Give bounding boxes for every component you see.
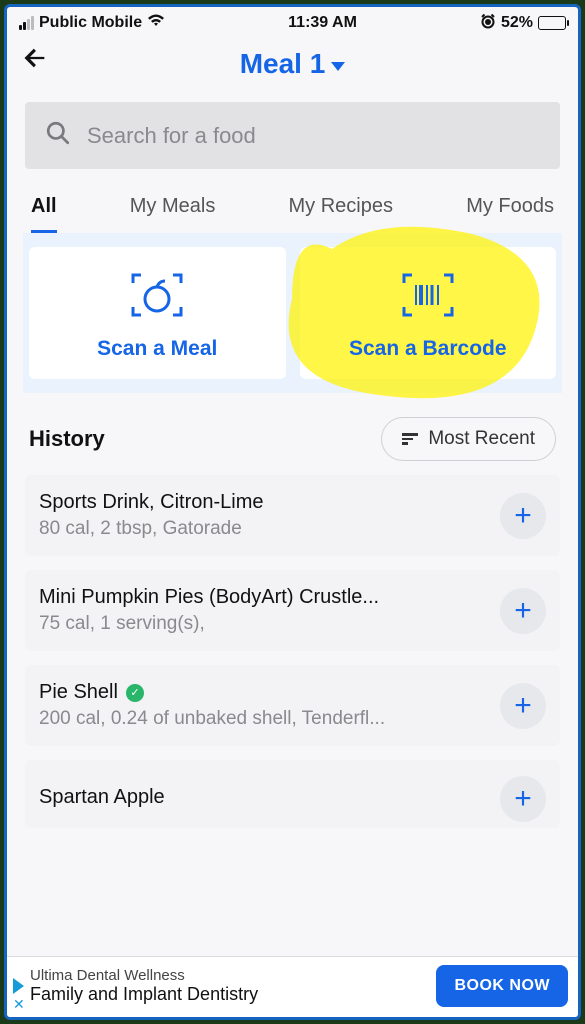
ad-text: Ultima Dental Wellness Family and Implan… [26,967,436,1005]
tab-my-recipes[interactable]: My Recipes [289,195,393,233]
food-meta: 80 cal, 2 tbsp, Gatorade [39,518,490,540]
ad-cta-button[interactable]: BOOK NOW [436,965,568,1007]
verified-icon: ✓ [126,684,144,702]
scan-row: Scan a Meal Scan a Barcode [23,233,562,393]
food-name: Pie Shell [39,681,118,704]
scan-meal-button[interactable]: Scan a Meal [29,247,286,379]
add-button[interactable]: + [500,776,546,822]
scan-meal-icon [127,269,187,321]
ad-close-icon[interactable]: ✕ [13,996,25,1013]
page-title-dropdown[interactable]: Meal 1 [240,48,346,80]
ad-line2: Family and Implant Dentistry [30,984,436,1005]
chevron-down-icon [331,62,345,71]
page-title: Meal 1 [240,48,326,80]
signal-icon [19,16,34,30]
sort-icon [402,433,418,445]
history-list: Sports Drink, Citron-Lime 80 cal, 2 tbsp… [25,475,560,832]
food-name: Spartan Apple [39,786,165,809]
scan-barcode-label: Scan a Barcode [349,337,507,361]
scan-barcode-button[interactable]: Scan a Barcode [300,247,557,379]
battery-pct: 52% [501,14,533,32]
tabs: All My Meals My Recipes My Foods [25,179,560,233]
food-meta: 200 cal, 0.24 of unbaked shell, Tenderfl… [39,708,490,730]
ad-line1: Ultima Dental Wellness [30,967,436,984]
food-name: Sports Drink, Citron-Lime [39,491,264,514]
history-title: History [29,426,105,452]
status-left: Public Mobile [19,13,165,32]
search-input[interactable]: Search for a food [25,102,560,169]
scan-meal-label: Scan a Meal [97,337,217,361]
sort-button[interactable]: Most Recent [381,417,556,461]
header: Meal 1 [7,34,578,98]
food-name: Mini Pumpkin Pies (BodyArt) Crustle... [39,586,379,609]
scan-barcode-icon [398,269,458,321]
sort-label: Most Recent [428,428,535,450]
search-icon [45,120,71,151]
tab-my-foods[interactable]: My Foods [466,195,554,233]
food-meta: 75 cal, 1 serving(s), [39,613,490,635]
search-placeholder: Search for a food [87,123,256,149]
status-bar: Public Mobile 11:39 AM 52% [7,7,578,34]
list-item[interactable]: Pie Shell ✓ 200 cal, 0.24 of unbaked she… [25,665,560,746]
alarm-icon [480,13,496,32]
tab-all[interactable]: All [31,195,57,233]
status-time: 11:39 AM [288,14,357,32]
list-item[interactable]: Sports Drink, Citron-Lime 80 cal, 2 tbsp… [25,475,560,556]
carrier-label: Public Mobile [39,14,142,32]
tab-my-meals[interactable]: My Meals [130,195,216,233]
add-button[interactable]: + [500,493,546,539]
list-item[interactable]: Spartan Apple + [25,760,560,828]
ad-play-icon [13,978,24,994]
battery-icon [538,16,566,30]
status-right: 52% [480,13,566,32]
add-button[interactable]: + [500,588,546,634]
wifi-icon [147,13,165,32]
add-button[interactable]: + [500,683,546,729]
ad-banner[interactable]: ✕ Ultima Dental Wellness Family and Impl… [7,956,578,1017]
back-button[interactable] [21,44,49,80]
list-item[interactable]: Mini Pumpkin Pies (BodyArt) Crustle... 7… [25,570,560,651]
history-header: History Most Recent [25,399,560,475]
